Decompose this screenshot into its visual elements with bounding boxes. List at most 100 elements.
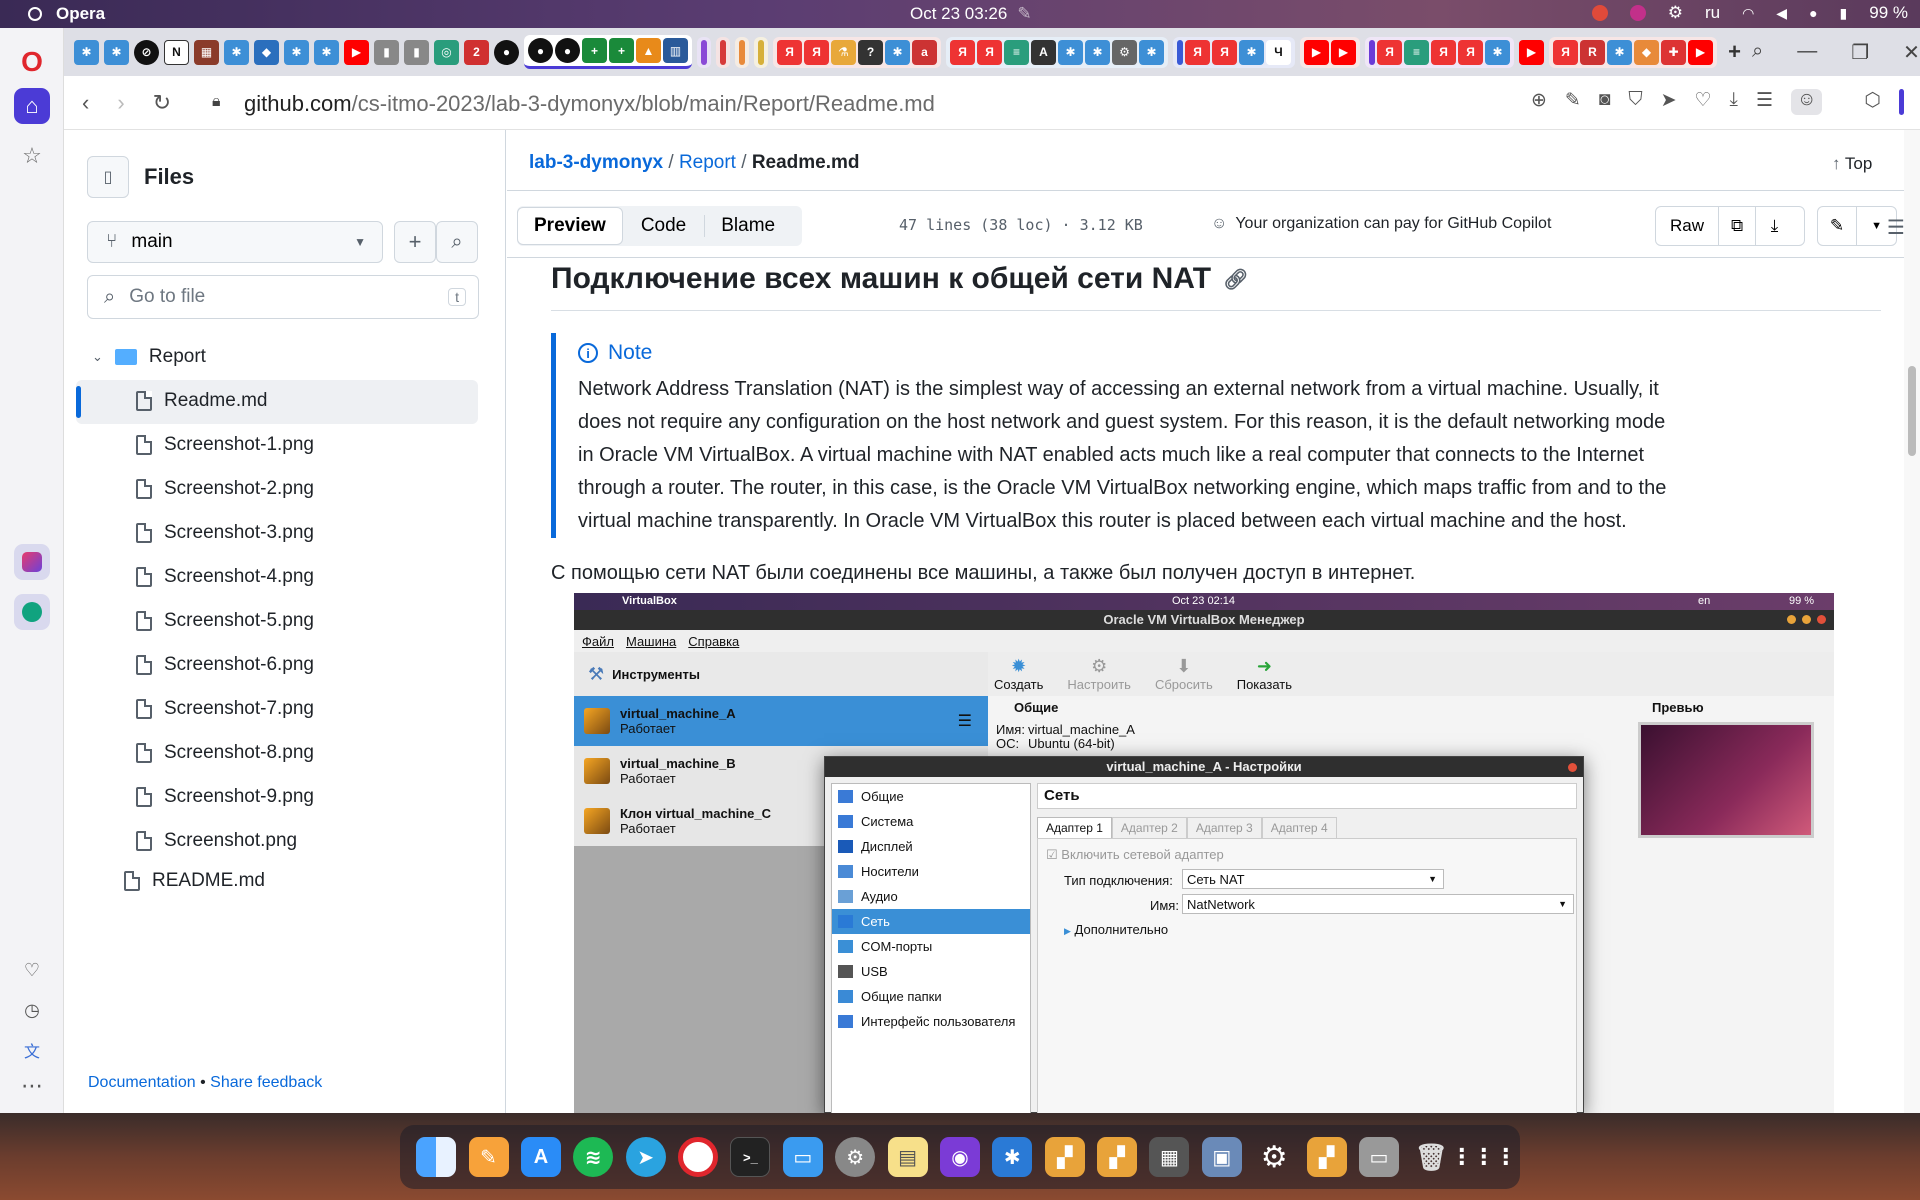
telegram-icon[interactable]: ➤ [625,1137,666,1177]
tab-favicon[interactable]: ● [555,38,580,63]
tab-favicon[interactable]: ✱ [104,39,129,65]
tab-favicon[interactable]: ▶ [344,39,369,65]
minimize-icon[interactable]: — [1797,40,1817,65]
tray-icon-red[interactable] [1591,5,1608,21]
aria-icon[interactable] [14,544,50,580]
lock-icon[interactable]: 🔒︎ [212,93,221,111]
tab-favicon[interactable]: ⚙ [1112,39,1137,65]
app-grid-icon[interactable]: ⋮⋮⋮ [1451,1137,1517,1177]
pencil-icon[interactable]: ✎ [1818,206,1858,246]
tab-favicon[interactable]: ✱ [1239,39,1264,65]
more-icon[interactable]: ⋯ [14,1068,50,1104]
preview-icon[interactable]: ▣ [1201,1137,1242,1177]
tree-file-item[interactable]: Readme.md [136,390,268,412]
tab-favicon[interactable]: Я [777,39,802,65]
language-indicator[interactable]: ru [1705,3,1720,23]
tab-favicon[interactable]: ▥ [663,38,688,63]
tab-favicon[interactable]: N [164,39,189,65]
tab-favicon[interactable]: Я [1377,39,1402,65]
tab-favicon[interactable]: ⊘ [134,39,159,65]
tab-favicon[interactable]: + [582,38,607,63]
tab-favicon[interactable]: ✱ [74,39,99,65]
outline-icon[interactable]: ☰ [1887,215,1905,240]
download-icon[interactable]: ⤓ [1730,89,1738,115]
gear-icon[interactable]: ⚙ [1668,3,1683,23]
tab-active-group[interactable]: ● ● + + ▲ ▥ [524,35,692,69]
heart-icon[interactable]: ♡ [1695,89,1712,115]
tree-file-item[interactable]: Screenshot-6.png [136,654,314,676]
disk-icon[interactable]: ▭ [1358,1137,1399,1177]
tree-file-item[interactable]: Screenshot.png [136,830,297,852]
tab-group[interactable]: ▶ ▶ [1300,36,1360,68]
activity-monitor-icon[interactable]: ✱ [992,1137,1033,1177]
cube-icon[interactable]: ⬡ [1864,89,1881,115]
tab-favicon[interactable]: ▶ [1688,39,1713,65]
branch-selector[interactable]: ⑂ main ▼ [87,221,383,263]
profile-icon[interactable]: ☺ [1791,89,1823,115]
maximize-icon[interactable]: ❐ [1851,40,1869,65]
tab-group[interactable] [697,36,711,68]
tree-folder-report[interactable]: ⌄ Report [92,346,206,368]
tab-favicon[interactable] [1369,39,1375,65]
back-icon[interactable]: ‹ [82,90,89,116]
breadcrumb-folder[interactable]: Report [679,152,736,173]
active-app-name[interactable]: Opera [56,4,105,24]
tree-file-item[interactable]: Screenshot-7.png [136,698,314,720]
tab-favicon[interactable]: ✚ [1661,39,1686,65]
tab-favicon[interactable] [758,39,764,65]
tab-favicon[interactable]: ✱ [1485,39,1510,65]
virtualbox-icon[interactable]: ▞ [1044,1137,1085,1177]
tab-favicon[interactable]: Я [1458,39,1483,65]
system-preferences-icon[interactable]: ⚙ [835,1137,876,1177]
url-field[interactable]: github.com/cs-itmo-2023/lab-3-dymonyx/bl… [244,91,935,117]
tab-favicon[interactable]: 2 [464,39,489,65]
tab-favicon[interactable]: Ч [1266,39,1291,65]
tree-file-item[interactable]: Screenshot-5.png [136,610,314,632]
shield-icon[interactable]: ⛉ [1628,89,1642,115]
collapse-panel-button[interactable]: ▯ [87,156,129,198]
tab-favicon[interactable]: ✱ [1607,39,1632,65]
tree-file-item[interactable]: Screenshot-9.png [136,786,314,808]
close-icon[interactable]: ✕ [1903,40,1920,65]
tab-group[interactable]: Я ≡ Я Я ✱ [1365,36,1514,68]
tree-file-item[interactable]: Screenshot-8.png [136,742,314,764]
spotify-icon[interactable]: ≋ [573,1137,614,1177]
tab-group[interactable]: Я Я ≡ A ✱ ✱ ⚙ ✱ [946,36,1168,68]
search-button[interactable]: ⌕ [436,221,478,263]
tab-favicon[interactable]: ✱ [284,39,309,65]
translate-icon[interactable]: 文 [14,1032,50,1068]
tab-favicon[interactable]: + [609,38,634,63]
history-icon[interactable]: ◷ [14,992,50,1028]
tab-favicon[interactable]: ● [494,39,519,65]
battery-icon[interactable]: ▮ [1840,5,1848,22]
code-tab[interactable]: Code [623,215,706,237]
easy-setup-icon[interactable]: ☰ [1756,89,1773,115]
pages-icon[interactable]: ✎ [468,1137,509,1177]
home-icon[interactable]: ⌂ [14,88,50,124]
tab-favicon[interactable]: a [912,39,937,65]
tab-favicon[interactable]: Я [977,39,1002,65]
tab-favicon[interactable]: ⚗ [831,39,856,65]
tab-favicon[interactable]: ▶ [1331,39,1356,65]
send-icon[interactable]: ➤ [1661,89,1677,115]
go-to-file-input[interactable]: ⌕ Go to file t [87,275,479,319]
settings-icon[interactable]: ⚙ [1254,1137,1294,1177]
virtualbox-icon[interactable]: ▞ [1306,1137,1347,1177]
clock[interactable]: Oct 23 03:26 [910,4,1007,24]
breadcrumb-repo[interactable]: lab-3-dymonyx [529,152,663,173]
tab-favicon[interactable]: Я [1431,39,1456,65]
notes-icon[interactable]: ▤ [887,1137,928,1177]
camera-icon[interactable]: ◙ [1599,89,1610,115]
chatgpt-icon[interactable] [14,594,50,630]
finder-icon[interactable] [416,1137,457,1177]
tab-group[interactable] [716,36,730,68]
terminal-icon[interactable]: >_ [730,1137,771,1177]
forward-icon[interactable]: › [117,90,124,116]
tab-favicon[interactable]: ✱ [1058,39,1083,65]
share-feedback-link[interactable]: Share feedback [210,1074,322,1091]
tab-favicon[interactable]: ✱ [885,39,910,65]
files-icon[interactable]: ▭ [782,1137,823,1177]
tab-favicon[interactable]: ▮ [404,39,429,65]
tab-favicon[interactable]: ≡ [1404,39,1429,65]
github-desktop-icon[interactable]: ◉ [939,1137,980,1177]
